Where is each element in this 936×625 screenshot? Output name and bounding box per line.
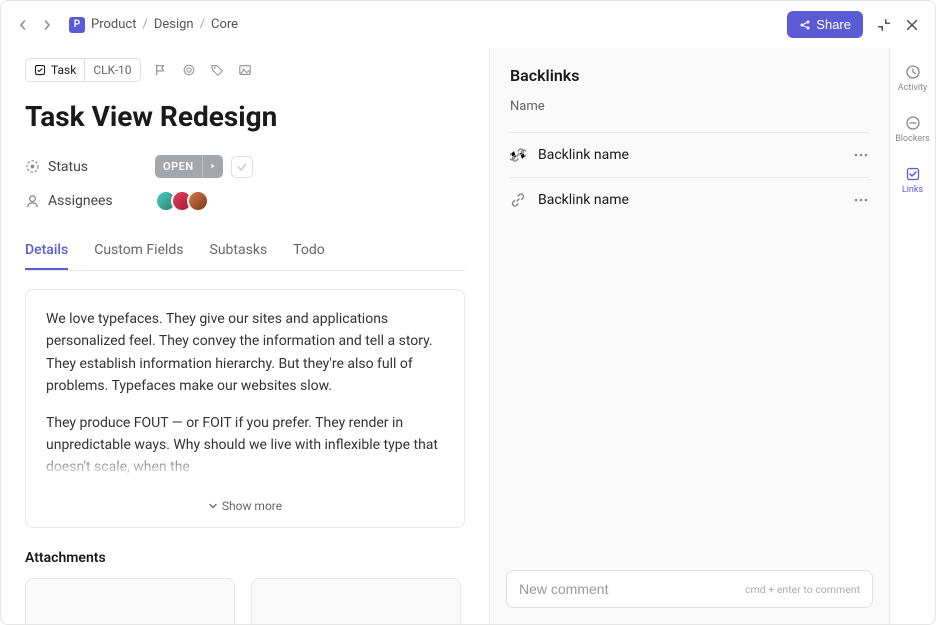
comment-hint: cmd + enter to comment: [745, 583, 860, 596]
nav-forward[interactable]: [41, 19, 53, 31]
link-icon: [510, 147, 526, 163]
activity-icon: [905, 64, 921, 80]
more-icon[interactable]: [853, 153, 869, 157]
tab-todo[interactable]: Todo: [293, 232, 325, 270]
show-more-button[interactable]: Show more: [46, 493, 444, 517]
backlink-row[interactable]: Backlink name: [510, 177, 869, 222]
rail-activity[interactable]: Activity: [896, 60, 929, 97]
links-icon: [905, 166, 921, 182]
tab-subtasks[interactable]: Subtasks: [210, 232, 268, 270]
status-pill[interactable]: OPEN: [155, 155, 223, 178]
assignees-label: Assignees: [25, 193, 155, 209]
breadcrumb-item[interactable]: Design: [154, 17, 194, 32]
rail-links[interactable]: Links: [900, 162, 925, 199]
chevron-down-icon: [208, 501, 218, 511]
breadcrumb-item[interactable]: Product: [91, 17, 136, 32]
attachment-placeholder[interactable]: [251, 578, 461, 624]
link-icon: [510, 192, 526, 208]
sidepanel-title: Backlinks: [510, 66, 869, 85]
flag-icon[interactable]: [153, 62, 169, 78]
attachment-placeholder[interactable]: [25, 578, 235, 624]
status-next-icon[interactable]: [202, 155, 223, 178]
comment-input[interactable]: [519, 581, 745, 597]
collapse-icon[interactable]: [877, 18, 891, 32]
person-icon: [25, 194, 40, 209]
more-icon[interactable]: [853, 198, 869, 202]
share-icon: [799, 19, 811, 31]
tabs: Details Custom Fields Subtasks Todo: [25, 232, 465, 271]
share-button[interactable]: Share: [787, 11, 863, 38]
target-icon[interactable]: [181, 62, 197, 78]
breadcrumb-item[interactable]: Core: [211, 17, 238, 32]
tag-icon[interactable]: [209, 62, 225, 78]
status-label: Status: [25, 159, 155, 175]
image-icon[interactable]: [237, 62, 253, 78]
description-text: We love typefaces. They give our sites a…: [46, 308, 444, 398]
attachments-title: Attachments: [25, 550, 465, 566]
description-text: They produce FOUT — or FOIT if you prefe…: [46, 412, 444, 479]
complete-checkbox[interactable]: [231, 156, 253, 178]
page-title: Task View Redesign: [25, 100, 465, 133]
breadcrumb: P Product / Design / Core: [69, 17, 238, 33]
comment-input-wrapper: cmd + enter to comment: [506, 570, 873, 608]
backlink-row[interactable]: Backlink name: [510, 132, 869, 177]
assignee-avatars[interactable]: [155, 190, 209, 212]
checkbox-icon: [34, 64, 46, 76]
backlink-name: Backlink name: [538, 192, 629, 208]
backlink-name: Backlink name: [538, 147, 629, 163]
task-chip[interactable]: Task CLK-10: [25, 58, 141, 82]
blockers-icon: [905, 115, 921, 131]
nav-back[interactable]: [17, 19, 29, 31]
close-icon[interactable]: [905, 18, 919, 32]
project-icon: P: [69, 17, 85, 33]
tab-details[interactable]: Details: [25, 232, 68, 270]
status-icon: [25, 159, 40, 174]
avatar[interactable]: [187, 190, 209, 212]
tab-custom-fields[interactable]: Custom Fields: [94, 232, 183, 270]
rail-blockers[interactable]: Blockers: [893, 111, 932, 148]
sidepanel-column-header: Name: [510, 99, 869, 124]
description-card: We love typefaces. They give our sites a…: [25, 289, 465, 528]
task-id: CLK-10: [85, 59, 139, 81]
